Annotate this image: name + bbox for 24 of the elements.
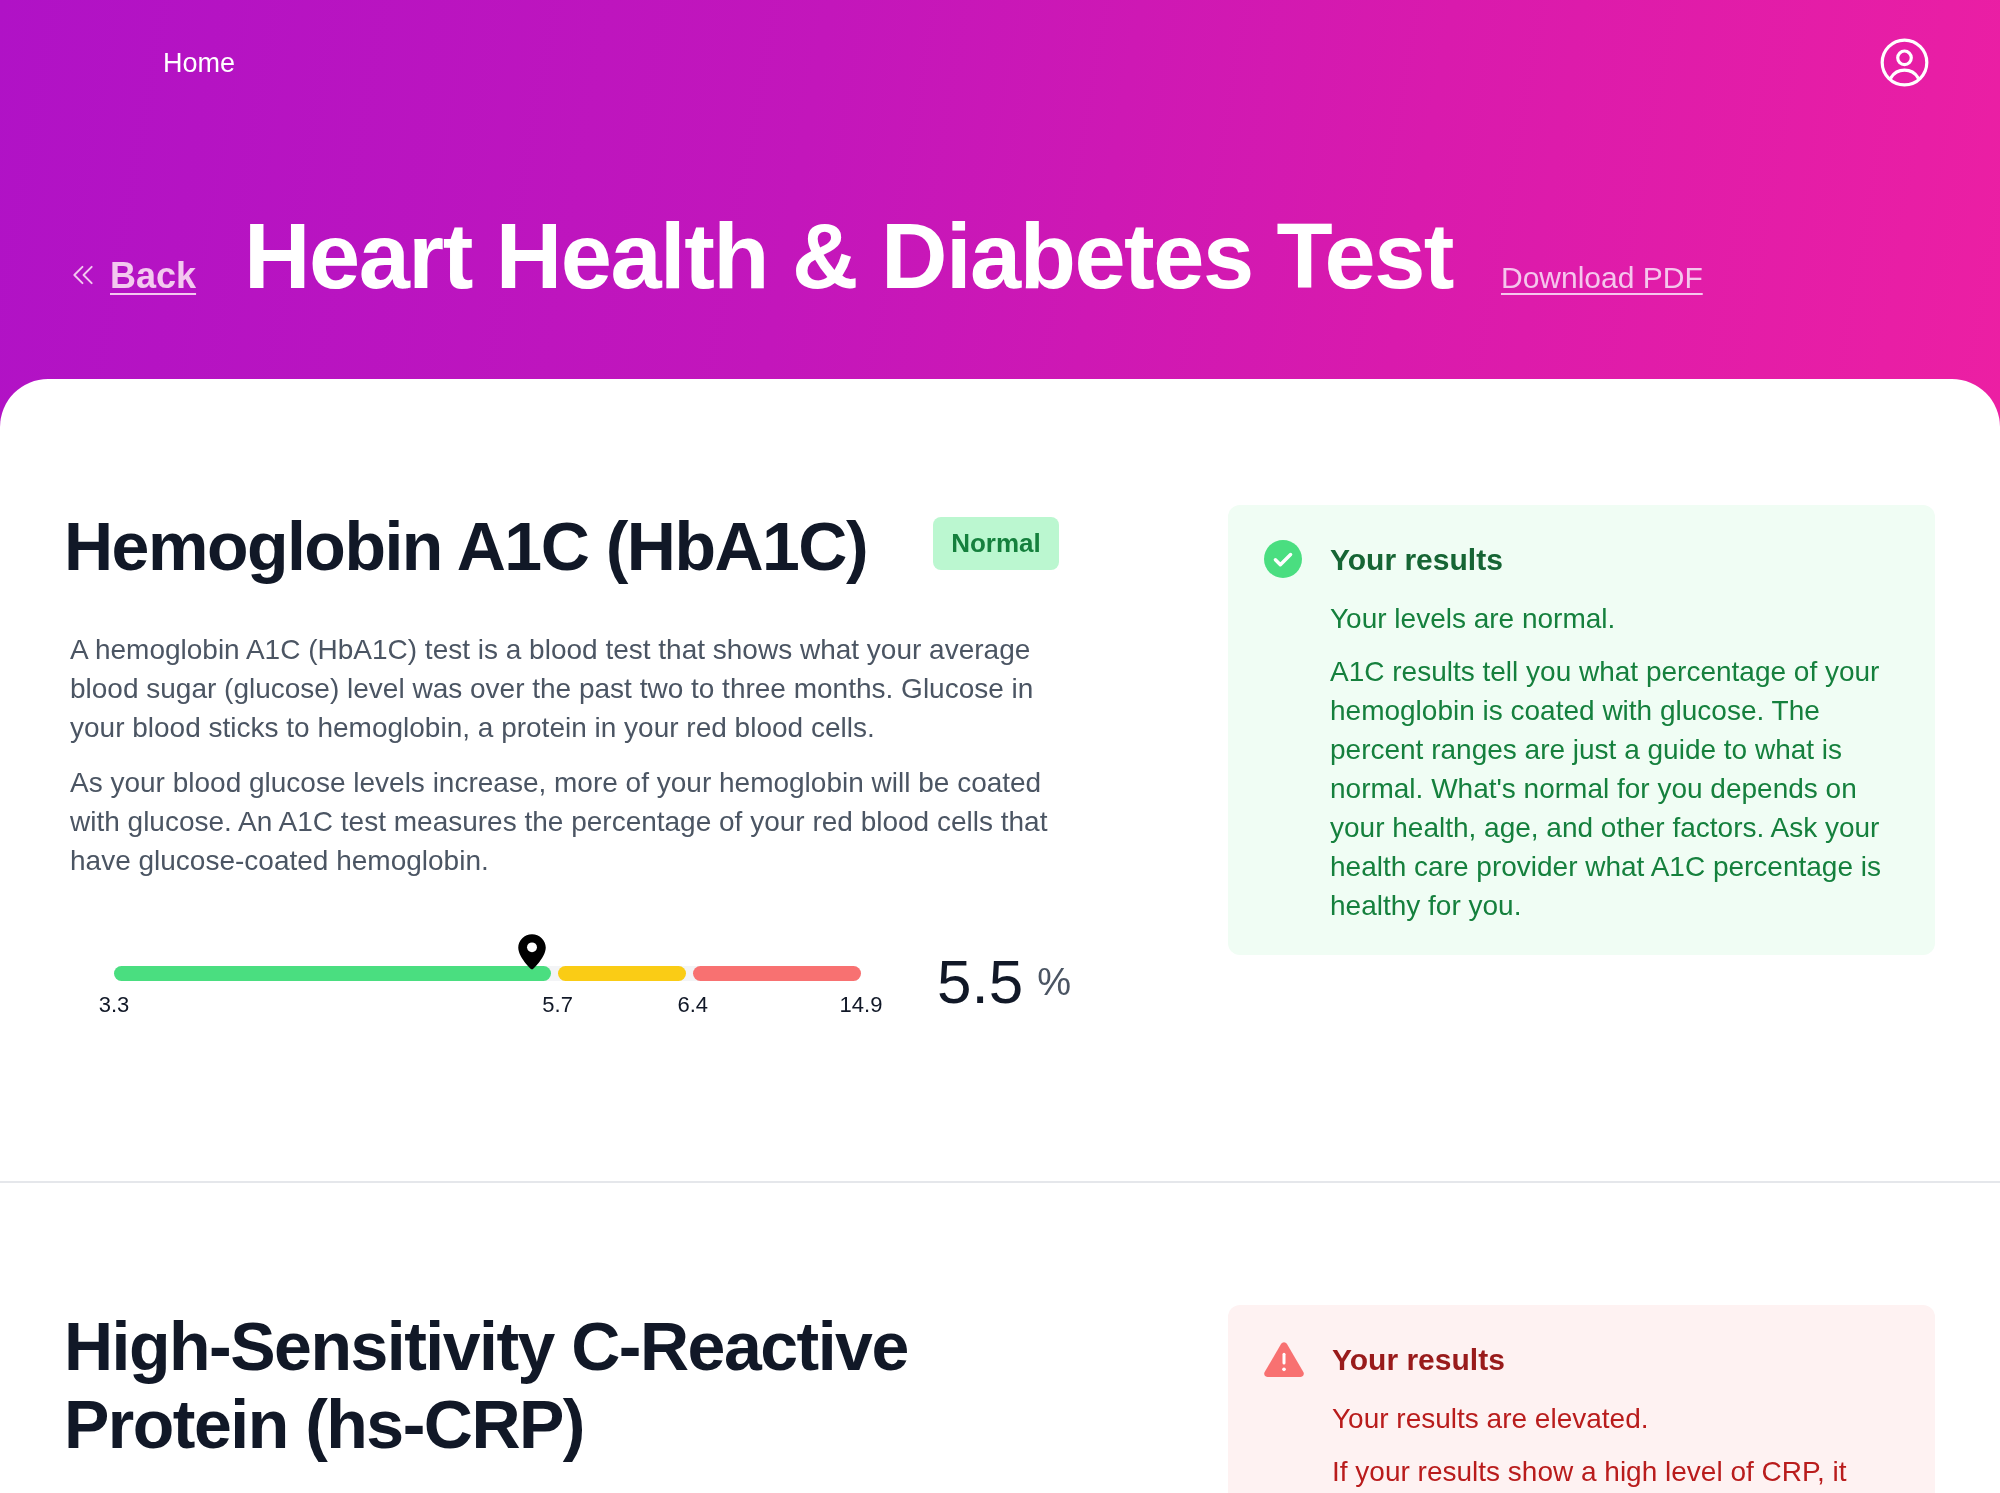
- home-link[interactable]: Home: [163, 46, 236, 79]
- results-text: A1C results tell you what percentage of your hemoglobin is coated with glucose. The percent ranges are just a guide to what is normal. What's normal for you depends on your health, age, and other factors. Ask your health care provider what A1C percentage is healthy for you.: [1330, 655, 1882, 924]
- results-text: If your results show a high level of CRP, it: [1332, 1455, 1848, 1490]
- results-heading: Your results: [1332, 1342, 1506, 1379]
- range-tick-label: 5.7: [542, 992, 573, 1019]
- results-summary: Your results are elevated.: [1332, 1402, 1650, 1437]
- user-icon[interactable]: [1879, 37, 1930, 88]
- result-value: 5.5: [937, 951, 1024, 1014]
- back-link[interactable]: Back: [70, 255, 197, 297]
- range-tick-label: 6.4: [677, 992, 709, 1019]
- results-summary: Your levels are normal.: [1330, 602, 1617, 637]
- download-pdf-link[interactable]: Download PDF: [1500, 261, 1703, 295]
- results-heading: Your results: [1330, 542, 1504, 579]
- result-unit: %: [1037, 962, 1071, 1003]
- check-circle-icon: [1264, 540, 1302, 579]
- test-title: Hemoglobin A1C (HbA1C): [64, 507, 868, 586]
- test-title: High-Sensitivity C-Reactive Protein (hs-CRP): [64, 1307, 909, 1464]
- range-tick-label: 3.3: [98, 992, 130, 1019]
- description-text: As your blood glucose levels increase, more of your hemoglobin will be coated with glucose. An A1C test measures the percentage of your red blood cells that have glucose-coated hemoglobin.: [70, 766, 1049, 879]
- range-tick-label: 14.9: [839, 992, 883, 1019]
- warning-icon: [1264, 1342, 1304, 1378]
- page-title: Heart Health & Diabetes Test: [244, 204, 1453, 309]
- description-text: A hemoglobin A1C (HbA1C) test is a blood test that shows what your average blood sugar (glucose) level was over the past two to three months. Glucose in your blood sticks to hemoglobin, a protein in your red blood cells.: [70, 633, 1035, 746]
- status-badge: Normal: [933, 517, 1059, 571]
